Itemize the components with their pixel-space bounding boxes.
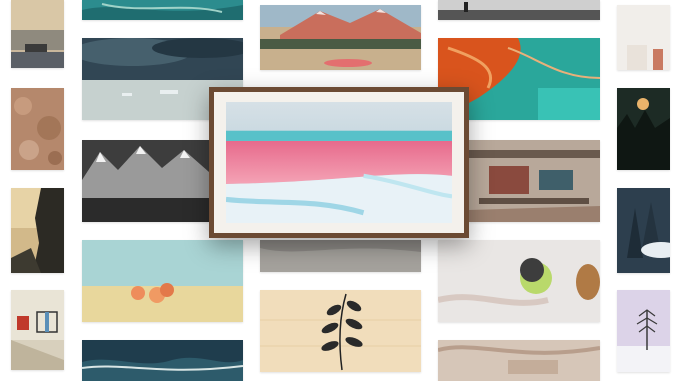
artwork-tile-rock-texture[interactable] (11, 88, 64, 170)
artwork-tile-gray-sand[interactable] (260, 240, 421, 272)
featured-mat (214, 92, 464, 233)
artwork-tile-snowy-mountains-bw[interactable] (82, 140, 209, 222)
artwork-tile-misty-cliff[interactable] (11, 188, 64, 273)
artwork-tile-black-white-road[interactable] (438, 0, 600, 20)
artwork-tile-winter-forest[interactable] (617, 188, 670, 273)
artwork-tile-leaf-lion-collage[interactable] (438, 240, 600, 322)
artwork-tile-beige-abstract[interactable] (438, 340, 600, 381)
artwork-tile-ocean-waves-aerial[interactable] (82, 340, 243, 381)
artwork-tile-modernist-architecture[interactable] (11, 290, 64, 370)
artwork-tile-night-trees[interactable] (617, 88, 670, 170)
featured-frame[interactable] (209, 87, 469, 238)
artwork-tile-teal-aerial-water[interactable] (82, 0, 243, 20)
artwork-tile-harbor-sunset[interactable] (11, 0, 64, 68)
artwork-tile-snowy-tree[interactable] (617, 290, 670, 372)
artwork-tile-mountain-meadow[interactable] (260, 5, 421, 70)
artwork-tile-peaches-still-life[interactable] (82, 240, 243, 322)
artwork-tile-botanical-sketch[interactable] (260, 290, 421, 372)
featured-artwork-pink-shore-landscape[interactable] (226, 102, 452, 223)
artwork-tile-white-room[interactable] (617, 5, 670, 70)
artwork-tile-abstract-painting[interactable] (469, 140, 600, 222)
